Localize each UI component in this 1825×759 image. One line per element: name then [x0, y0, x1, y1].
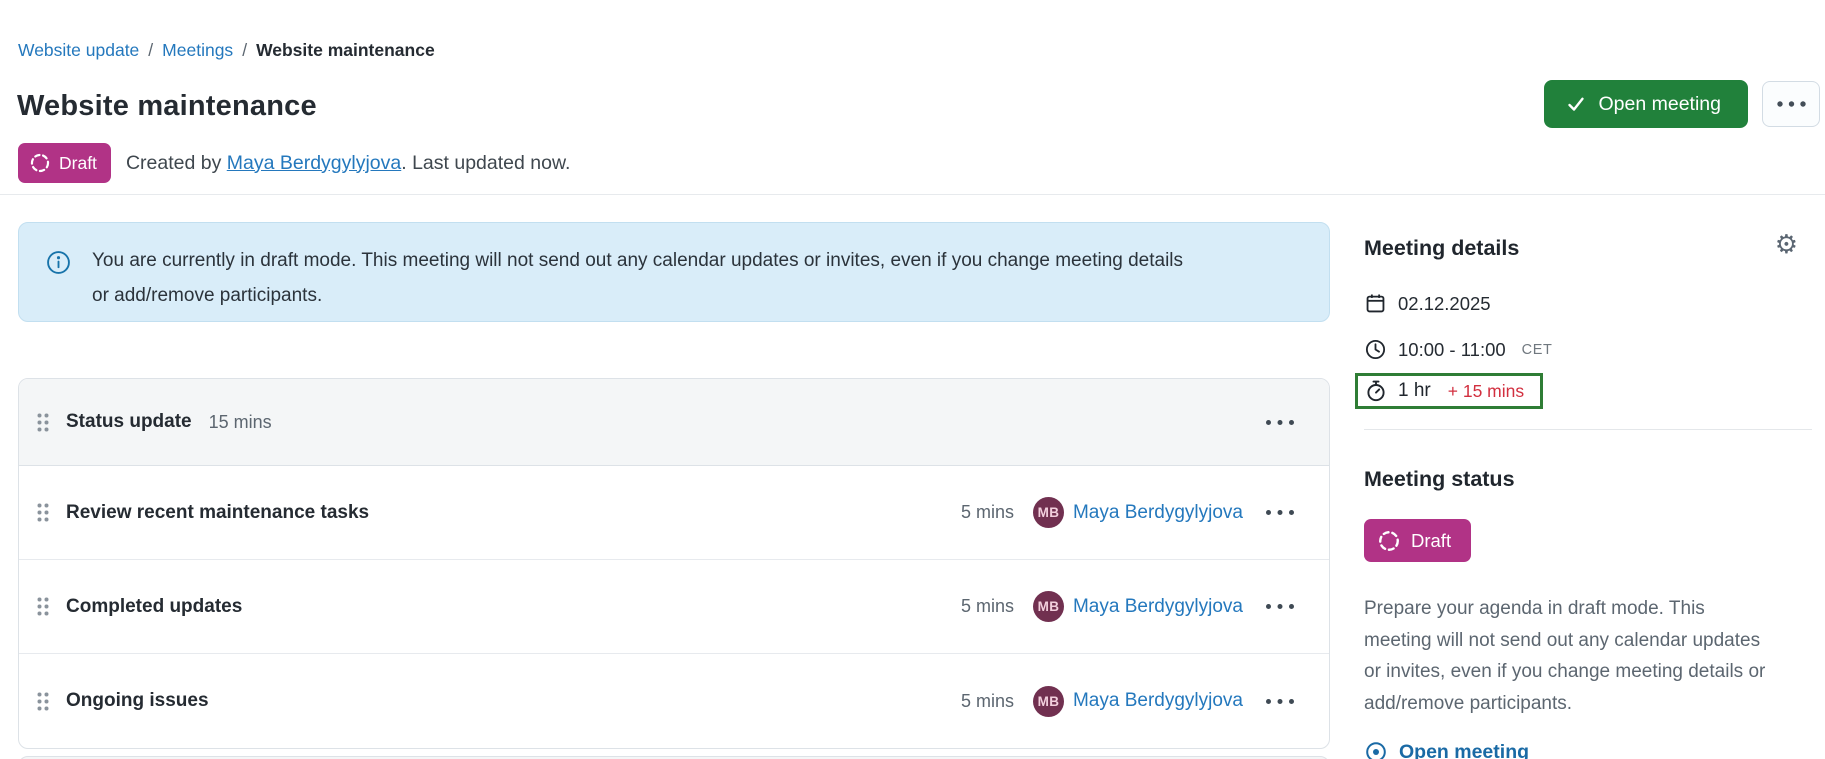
meeting-status-heading: Meeting status	[1364, 467, 1812, 492]
sidebar-divider	[1364, 429, 1812, 430]
more-options-button[interactable]	[1762, 81, 1820, 127]
meeting-time-row[interactable]: 10:00 - 11:00 CET	[1364, 338, 1812, 361]
circle-dot-icon	[1364, 740, 1388, 759]
item-menu-button[interactable]	[1265, 599, 1295, 614]
meeting-status-badge[interactable]: Draft	[1364, 519, 1471, 562]
drag-handle-icon[interactable]	[37, 597, 49, 616]
draft-badge-label: Draft	[59, 153, 97, 174]
status-badge-label: Draft	[1411, 530, 1451, 552]
meeting-time: 10:00 - 11:00	[1398, 339, 1506, 361]
ellipsis-icon	[1776, 100, 1807, 108]
clock-icon	[1364, 338, 1387, 361]
meeting-duration-field[interactable]: 1 hr + 15 mins	[1355, 373, 1543, 409]
agenda-item-row[interactable]: Review recent maintenance tasks 5 mins M…	[19, 466, 1329, 560]
section-title: Status update	[66, 411, 192, 433]
stopwatch-icon	[1364, 379, 1388, 403]
meeting-duration: 1 hr	[1398, 380, 1431, 402]
item-menu-button[interactable]	[1265, 694, 1295, 709]
breadcrumb-link-meetings[interactable]: Meetings	[162, 40, 233, 61]
author-link[interactable]: Maya Berdygylyjova	[227, 152, 402, 174]
breadcrumb-current: Website maintenance	[256, 40, 435, 61]
agenda-card: Status update 15 mins Review recent main…	[18, 378, 1330, 749]
breadcrumb-separator: /	[242, 40, 247, 61]
agenda-item-title: Review recent maintenance tasks	[66, 502, 369, 524]
breadcrumb-link-website-update[interactable]: Website update	[18, 40, 139, 61]
status-description-line: Prepare your agenda in draft mode. This	[1364, 593, 1812, 625]
open-meeting-link-label: Open meeting	[1399, 741, 1529, 759]
avatar: MB	[1033, 686, 1064, 717]
dashed-circle-icon	[29, 152, 51, 174]
dashed-circle-icon	[1377, 529, 1401, 553]
meeting-duration-added: + 15 mins	[1448, 381, 1524, 402]
section-duration: 15 mins	[209, 412, 272, 433]
status-description-line: add/remove participants.	[1364, 688, 1812, 720]
open-meeting-link[interactable]: Open meeting	[1364, 740, 1529, 759]
info-icon	[46, 250, 71, 321]
drag-handle-icon[interactable]	[37, 692, 49, 711]
avatar: MB	[1033, 591, 1064, 622]
section-menu-button[interactable]	[1265, 415, 1295, 430]
checkmark-icon	[1566, 94, 1586, 114]
byline: Created by Maya Berdygylyjova. Last upda…	[126, 152, 570, 175]
draft-status-badge: Draft	[18, 143, 111, 183]
status-description-line: meeting will not send out any calendar u…	[1364, 625, 1812, 657]
header-divider	[0, 194, 1825, 195]
assignee-link[interactable]: Maya Berdygylyjova	[1073, 690, 1243, 712]
gear-icon[interactable]: ⚙	[1775, 232, 1798, 258]
meeting-date: 02.12.2025	[1398, 293, 1491, 315]
meeting-sidebar: Meeting details ⚙ 02.12.2025 10:00 - 11:…	[1364, 236, 1812, 759]
page-title: Website maintenance	[17, 90, 317, 123]
calendar-icon	[1364, 292, 1387, 315]
agenda-item-title: Ongoing issues	[66, 690, 209, 712]
agenda-item-row[interactable]: Completed updates 5 mins MB Maya Berdygy…	[19, 560, 1329, 654]
open-meeting-button[interactable]: Open meeting	[1544, 80, 1749, 128]
drag-handle-icon[interactable]	[37, 503, 49, 522]
drag-handle-icon[interactable]	[37, 413, 49, 432]
meeting-details-heading: Meeting details	[1364, 236, 1812, 261]
byline-suffix: . Last updated now.	[401, 152, 570, 174]
assignee-link[interactable]: Maya Berdygylyjova	[1073, 596, 1243, 618]
agenda-item-row[interactable]: Ongoing issues 5 mins MB Maya Berdygylyj…	[19, 654, 1329, 748]
header-actions: Open meeting	[1544, 80, 1821, 128]
banner-text: You are currently in draft mode. This me…	[92, 243, 1183, 321]
agenda-item-duration: 5 mins	[961, 502, 1014, 523]
banner-line: or add/remove participants.	[92, 278, 1183, 313]
agenda-item-duration: 5 mins	[961, 596, 1014, 617]
status-description-line: or invites, even if you change meeting d…	[1364, 656, 1812, 688]
agenda-section-row: Status update 15 mins	[19, 379, 1329, 466]
breadcrumb-separator: /	[148, 40, 153, 61]
status-description: Prepare your agenda in draft mode. This …	[1364, 593, 1812, 719]
draft-info-banner: You are currently in draft mode. This me…	[18, 222, 1330, 322]
meta-row: Draft Created by Maya Berdygylyjova. Las…	[18, 143, 570, 183]
avatar: MB	[1033, 497, 1064, 528]
breadcrumb: Website update / Meetings / Website main…	[18, 40, 435, 61]
open-meeting-button-label: Open meeting	[1599, 93, 1722, 116]
meeting-timezone: CET	[1522, 342, 1553, 358]
item-menu-button[interactable]	[1265, 505, 1295, 520]
banner-line: You are currently in draft mode. This me…	[92, 243, 1183, 278]
agenda-item-duration: 5 mins	[961, 691, 1014, 712]
assignee-link[interactable]: Maya Berdygylyjova	[1073, 502, 1243, 524]
agenda-item-title: Completed updates	[66, 596, 242, 618]
meeting-date-row[interactable]: 02.12.2025	[1364, 292, 1812, 315]
byline-prefix: Created by	[126, 152, 227, 174]
